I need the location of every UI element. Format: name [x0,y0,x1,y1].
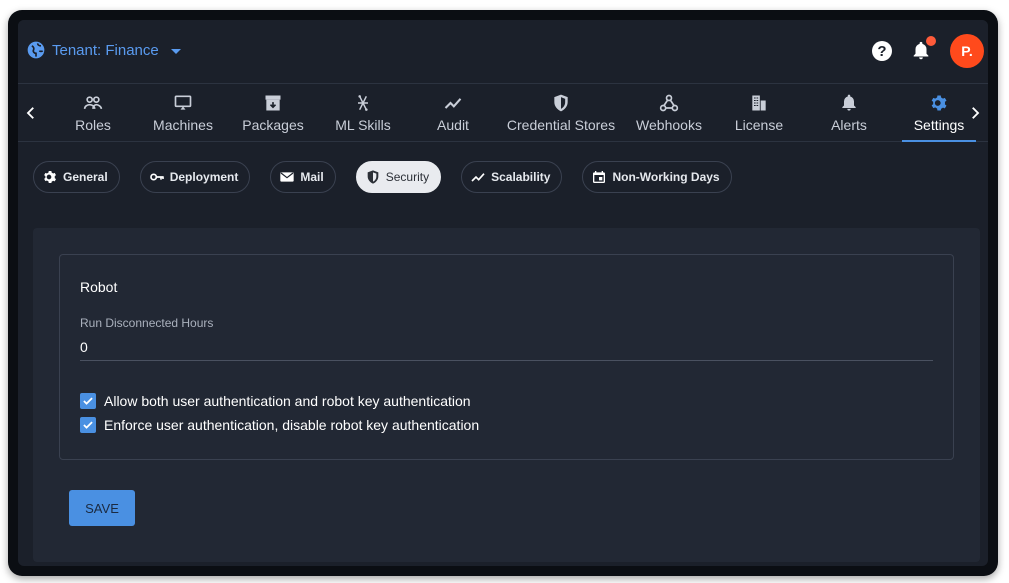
tab-packages[interactable]: Packages [228,84,318,141]
subtab-label: Non-Working Days [612,170,720,184]
caret-down-icon [170,48,181,54]
subtab-label: Scalability [491,170,551,184]
tab-label: Alerts [831,116,867,133]
gear-icon [931,95,947,110]
tab-webhooks[interactable]: Webhooks [624,84,714,141]
nav-bar: Roles Machines Packages ML Skills Audit [18,83,988,142]
input-underline [80,360,933,361]
tab-label: ML Skills [335,116,391,133]
subtab-security[interactable]: Security [355,161,442,193]
robot-card: Robot Run Disconnected Hours 0 Allow bot… [59,254,954,460]
check-icon [83,397,93,405]
tab-machines[interactable]: Machines [138,84,228,141]
trend-icon [444,97,462,109]
allow-both-auth-option[interactable]: Allow both user authentication and robot… [80,393,471,409]
run-disconnected-hours-input[interactable]: 0 [80,339,88,355]
tenant-selector[interactable]: Tenant: Finance [26,40,181,60]
tab-label: Machines [153,116,213,133]
subtab-label: Security [385,170,430,184]
option-label: Allow both user authentication and robot… [104,393,471,409]
nav-tabs: Roles Machines Packages ML Skills Audit [48,84,984,142]
subtab-label: Deployment [169,170,239,184]
chevron-right-icon [972,106,980,119]
tab-ml-skills[interactable]: ML Skills [318,84,408,141]
tenant-label: Tenant: Finance [52,41,159,59]
help-icon[interactable]: ? [872,41,892,61]
globe-icon [27,41,45,59]
header-actions: ? P. [872,34,984,68]
webhook-icon [659,94,679,111]
run-disconnected-hours-label: Run Disconnected Hours [80,316,214,330]
checkbox-checked[interactable] [80,417,96,433]
subtab-scalability[interactable]: Scalability [461,161,563,193]
tab-credential-stores[interactable]: Credential Stores [498,84,624,141]
settings-panel: Robot Run Disconnected Hours 0 Allow bot… [33,228,980,562]
notifications-button[interactable] [910,36,936,62]
package-icon [265,95,281,110]
ml-skills-icon [358,94,368,111]
checkbox-checked[interactable] [80,393,96,409]
check-icon [83,421,93,429]
tab-label: Audit [437,116,469,133]
calendar-icon [593,171,606,183]
tab-label: Credential Stores [506,116,616,133]
subtab-mail[interactable]: Mail [270,161,336,193]
people-icon [83,95,103,109]
nav-scroll-right-button[interactable] [962,84,988,141]
tab-label: Roles [75,116,111,133]
shield-icon [554,94,568,111]
monitor-icon [174,95,192,110]
key-icon [149,173,164,181]
avatar[interactable]: P. [950,34,984,68]
enforce-user-auth-option[interactable]: Enforce user authentication, disable rob… [80,417,479,433]
bell-icon [842,94,856,110]
subtab-deployment[interactable]: Deployment [139,161,251,193]
mail-icon [280,172,295,182]
top-bar: Tenant: Finance ? P. [18,20,988,82]
tab-audit[interactable]: Audit [408,84,498,141]
subtab-label: Mail [300,170,324,184]
settings-subtabs: General Deployment Mail Security Scalabi… [33,161,732,193]
tab-license[interactable]: License [714,84,804,141]
trend-icon [471,173,485,182]
option-label: Enforce user authentication, disable rob… [104,417,480,433]
building-icon [752,95,766,110]
section-title: Robot [80,279,118,295]
subtab-non-working-days[interactable]: Non-Working Days [582,161,732,193]
gear-icon [44,171,56,183]
tab-label: Webhooks [636,116,702,133]
save-button[interactable]: SAVE [69,490,135,526]
chevron-left-icon [26,106,34,119]
app-frame: Tenant: Finance ? P. Roles Machines Pack… [18,20,988,566]
subtab-general[interactable]: General [33,161,120,193]
subtab-label: General [63,170,108,184]
tab-roles[interactable]: Roles [48,84,138,141]
tab-label: License [734,116,784,133]
notification-badge [926,36,936,46]
shield-icon [367,170,379,184]
tab-label: Settings [913,116,965,133]
tab-label: Packages [242,116,304,133]
app-window: Tenant: Finance ? P. Roles Machines Pack… [8,10,998,576]
tab-alerts[interactable]: Alerts [804,84,894,141]
nav-scroll-left-button[interactable] [18,84,44,141]
